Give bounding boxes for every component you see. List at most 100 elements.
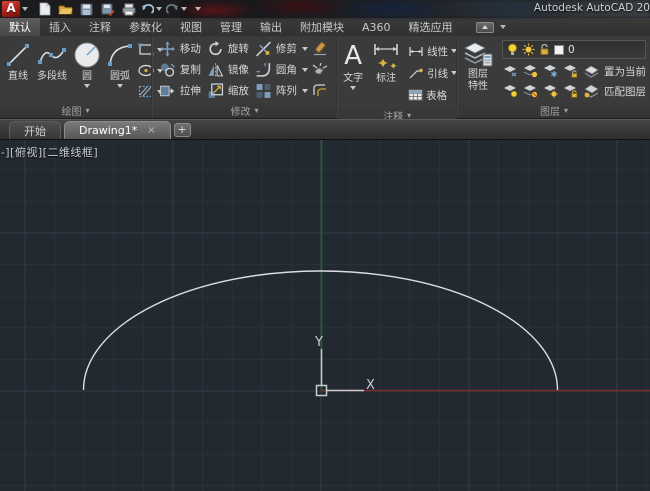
ribbon: 直线 多段线 圆 圆弧 绘图 ▾ 移动 旋转 修剪 复制 镜像 圆角 拉伸 缩放… bbox=[0, 36, 650, 123]
layer-isolate-button[interactable] bbox=[522, 63, 539, 79]
file-tab-drawing1[interactable]: Drawing1* × bbox=[64, 121, 171, 139]
dimension-icon bbox=[371, 39, 401, 73]
layer-unisolate-button[interactable] bbox=[522, 83, 539, 99]
match-layer-button[interactable]: 匹配图层 bbox=[604, 84, 646, 99]
redo-button[interactable] bbox=[166, 3, 187, 15]
ribbon-tab-featured-apps[interactable]: 精选应用 bbox=[400, 18, 462, 36]
circle-button[interactable]: 圆 bbox=[70, 38, 104, 103]
move-icon bbox=[159, 41, 175, 56]
layer-tools-row-2: 匹配图层 bbox=[502, 81, 646, 101]
explode-icon bbox=[313, 62, 328, 75]
panel-modify: 移动 旋转 修剪 复制 镜像 圆角 拉伸 缩放 阵列 修改 ▾ bbox=[152, 36, 337, 118]
mirror-button[interactable]: 镜像 bbox=[205, 62, 251, 78]
new-drawing-tab-button[interactable]: + bbox=[173, 123, 191, 137]
circle-icon bbox=[73, 39, 101, 71]
layer-freeze-button[interactable] bbox=[542, 63, 559, 79]
leader-button[interactable]: 引线 bbox=[408, 63, 458, 83]
arc-button[interactable]: 圆弧 bbox=[104, 38, 136, 103]
trim-button[interactable]: 修剪 bbox=[253, 41, 310, 57]
scale-button[interactable]: 缩放 bbox=[205, 82, 251, 99]
polyline-button[interactable]: 多段线 bbox=[34, 38, 70, 103]
trim-icon bbox=[255, 41, 271, 56]
open-file-button[interactable] bbox=[57, 1, 74, 17]
ribbon-minimize-icon bbox=[475, 21, 494, 33]
ribbon-tab-addins[interactable]: 附加模块 bbox=[291, 18, 353, 36]
autocad-logo-icon: A bbox=[2, 1, 20, 17]
layer-thaw-button[interactable] bbox=[542, 83, 559, 99]
panel-layers: 图层 特性 0 置为当前 匹配图层 图层 ▾ bbox=[458, 36, 650, 118]
redo-arrow-icon bbox=[166, 4, 179, 14]
panel-title-layers[interactable]: 图层 bbox=[458, 103, 650, 118]
stretch-button[interactable]: 拉伸 bbox=[157, 83, 203, 99]
ribbon-tab-insert[interactable]: 插入 bbox=[40, 18, 80, 36]
ribbon-tab-manage[interactable]: 管理 bbox=[211, 18, 251, 36]
layer-lock-button[interactable] bbox=[562, 63, 579, 79]
offset-button[interactable] bbox=[312, 83, 329, 99]
erase-button[interactable] bbox=[312, 41, 329, 57]
redo-dropdown-icon[interactable] bbox=[181, 7, 187, 11]
ribbon-tab-parametric[interactable]: 参数化 bbox=[120, 18, 171, 36]
layer-properties-icon bbox=[463, 39, 493, 69]
set-current-layer-icon bbox=[582, 63, 599, 79]
copy-button[interactable]: 复制 bbox=[157, 62, 203, 78]
save-floppy-icon bbox=[80, 3, 93, 15]
layer-thaw-sun-icon bbox=[522, 43, 535, 56]
panel-title-modify[interactable]: 修改 bbox=[152, 103, 337, 118]
qat-customize-icon[interactable] bbox=[195, 7, 201, 11]
layer-unlock-button[interactable] bbox=[562, 83, 579, 99]
file-tab-start[interactable]: 开始 bbox=[9, 121, 61, 139]
dimension-button[interactable]: 标注 bbox=[368, 38, 404, 108]
table-icon bbox=[408, 89, 423, 101]
new-file-button[interactable] bbox=[36, 1, 53, 17]
close-tab-icon[interactable]: × bbox=[147, 125, 155, 136]
move-button[interactable]: 移动 bbox=[157, 41, 203, 57]
array-dropdown-icon[interactable] bbox=[301, 88, 308, 93]
ribbon-tab-bar: 默认 插入 注释 参数化 视图 管理 输出 附加模块 A360 精选应用 bbox=[0, 18, 650, 36]
ribbon-minimize-dropdown-icon[interactable] bbox=[499, 25, 506, 29]
application-menu-button[interactable]: A bbox=[2, 0, 28, 18]
ribbon-tab-annotate[interactable]: 注释 bbox=[80, 18, 120, 36]
explode-button[interactable] bbox=[312, 62, 329, 78]
arc-dropdown-icon[interactable] bbox=[117, 84, 123, 88]
model-space-canvas[interactable]: [-][俯视][二维线框] X Y bbox=[0, 140, 650, 491]
layer-off-button[interactable] bbox=[502, 63, 519, 79]
ucs-x-label: X bbox=[366, 378, 375, 393]
ribbon-tab-default[interactable]: 默认 bbox=[0, 18, 40, 36]
undo-button[interactable] bbox=[141, 3, 162, 15]
layer-properties-button[interactable]: 图层 特性 bbox=[460, 38, 496, 103]
linear-dimension-button[interactable]: 线性 bbox=[408, 41, 458, 61]
ellipse-arc-entity[interactable] bbox=[82, 270, 559, 391]
text-icon: A bbox=[344, 41, 362, 71]
text-dropdown-icon[interactable] bbox=[350, 86, 357, 90]
ribbon-tab-a360[interactable]: A360 bbox=[353, 18, 400, 36]
ribbon-minimize-button[interactable] bbox=[475, 18, 506, 36]
ucs-y-label: Y bbox=[314, 335, 323, 350]
line-button[interactable]: 直线 bbox=[2, 38, 34, 103]
leader-icon bbox=[409, 68, 423, 78]
panel-title-draw[interactable]: 绘图 bbox=[0, 103, 151, 118]
array-button[interactable]: 阵列 bbox=[253, 83, 310, 99]
layer-color-swatch[interactable] bbox=[554, 44, 564, 55]
fillet-button[interactable]: 圆角 bbox=[253, 62, 310, 78]
copy-icon bbox=[160, 62, 175, 77]
ribbon-tab-view[interactable]: 视图 bbox=[171, 18, 211, 36]
mirror-icon bbox=[208, 62, 224, 77]
undo-dropdown-icon[interactable] bbox=[156, 7, 162, 11]
circle-dropdown-icon[interactable] bbox=[84, 84, 90, 88]
window-title: Autodesk AutoCAD 20 bbox=[533, 2, 650, 14]
rotate-button[interactable]: 旋转 bbox=[205, 40, 251, 57]
save-as-button[interactable] bbox=[99, 1, 116, 17]
fillet-dropdown-icon[interactable] bbox=[301, 67, 308, 72]
scale-icon bbox=[208, 82, 223, 98]
save-button[interactable] bbox=[78, 1, 95, 17]
linear-dimension-icon bbox=[409, 46, 423, 56]
set-current-layer-button[interactable]: 置为当前 bbox=[604, 64, 646, 79]
ribbon-tab-output[interactable]: 输出 bbox=[251, 18, 291, 36]
layer-select-dropdown[interactable]: 0 bbox=[502, 40, 646, 59]
layer-on-button[interactable] bbox=[502, 83, 519, 99]
text-button[interactable]: A 文字 bbox=[340, 38, 366, 108]
plot-button[interactable] bbox=[120, 1, 137, 17]
trim-dropdown-icon[interactable] bbox=[301, 46, 308, 51]
title-bar: A Autodesk AutoCAD 20 bbox=[0, 0, 650, 18]
table-button[interactable]: 表格 bbox=[408, 85, 457, 105]
